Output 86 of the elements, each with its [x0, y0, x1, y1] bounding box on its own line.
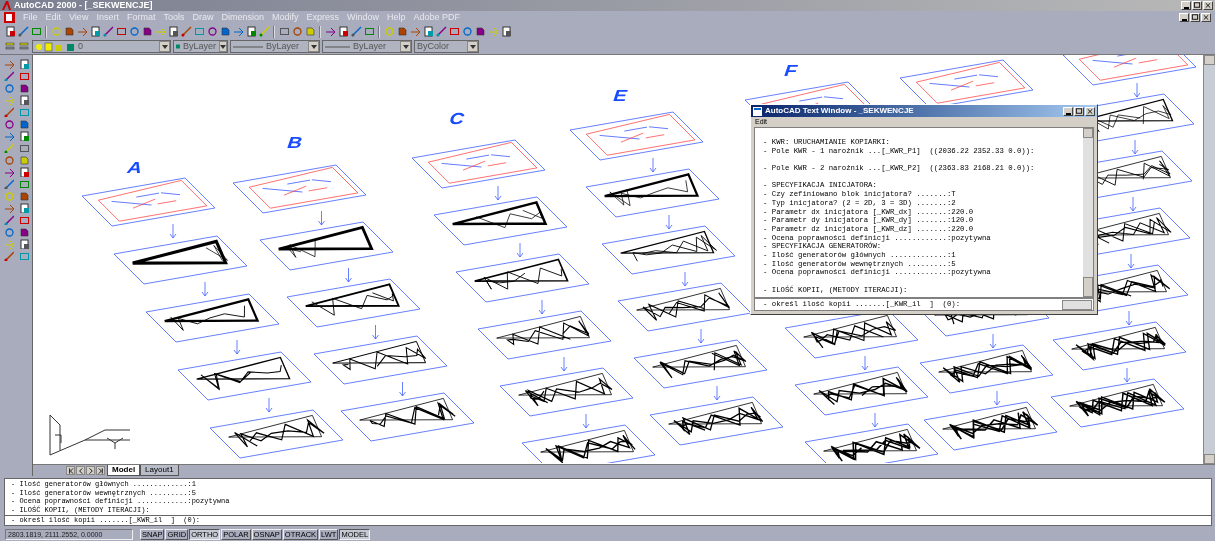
- linetype-dropdown[interactable]: ByLayer: [230, 40, 320, 53]
- toolbar-button[interactable]: [2, 118, 16, 130]
- toolbar-button[interactable]: [206, 25, 218, 38]
- toolbar-button[interactable]: [17, 202, 31, 214]
- document-icon[interactable]: [4, 12, 15, 23]
- layout-tab[interactable]: Layout1: [140, 465, 179, 476]
- close-icon: [1202, 13, 1210, 21]
- toolbar-button[interactable]: [2, 166, 16, 178]
- toolbar-button[interactable]: [102, 25, 114, 38]
- scroll-down-button[interactable]: [1204, 454, 1215, 464]
- toolbar-button[interactable]: [435, 25, 447, 38]
- dropdown-arrow-icon: [400, 41, 411, 52]
- minimize-icon: [1181, 19, 1187, 21]
- maximize-button[interactable]: [1074, 106, 1084, 116]
- toolbar-button[interactable]: [324, 25, 336, 38]
- minimize-button[interactable]: [1181, 1, 1191, 10]
- toolbar-button[interactable]: [4, 25, 16, 38]
- toolbar-button[interactable]: [63, 25, 75, 38]
- scroll-thumb[interactable]: [1083, 277, 1093, 297]
- tab-scroll-button[interactable]: [66, 466, 75, 475]
- drawing-label: A: [125, 159, 146, 175]
- maximize-button[interactable]: [1192, 1, 1202, 10]
- minimize-icon: [1183, 7, 1189, 9]
- toolbar-button[interactable]: [17, 118, 31, 130]
- color-swatch-icon: [176, 43, 180, 50]
- close-button[interactable]: [1203, 1, 1213, 10]
- minimize-button[interactable]: [1063, 106, 1073, 116]
- layer-state-icons: [35, 41, 75, 52]
- toolbar-button[interactable]: [17, 25, 29, 38]
- maximize-icon: [1075, 106, 1083, 115]
- toolbar-button[interactable]: [2, 214, 16, 226]
- minimize-icon: [1065, 112, 1071, 115]
- close-button[interactable]: [1085, 106, 1095, 116]
- dropdown-arrow-icon: [219, 41, 227, 52]
- app-logo-icon: [2, 1, 11, 10]
- toolbar-button[interactable]: [17, 142, 31, 154]
- line-sample-icon: [325, 44, 350, 49]
- tab-scroll-button[interactable]: [96, 466, 105, 475]
- minimize-button[interactable]: [1179, 13, 1189, 22]
- drawing-label: E: [611, 87, 630, 103]
- vertical-scrollbar[interactable]: [1203, 55, 1215, 464]
- toolbar-button[interactable]: [17, 190, 31, 202]
- window-title: AutoCAD Text Window - _SEKWENCJE: [765, 105, 914, 117]
- toolbar-button[interactable]: [17, 226, 31, 238]
- color-dropdown[interactable]: ByLayer: [173, 40, 228, 53]
- dropdown-arrow-icon: [308, 41, 319, 52]
- toolbar-button[interactable]: [278, 25, 290, 38]
- close-button[interactable]: [1201, 13, 1211, 22]
- close-icon: [1086, 106, 1094, 115]
- toolbar-button[interactable]: [17, 130, 31, 142]
- toolbar-button[interactable]: [396, 25, 408, 38]
- lineweight-dropdown[interactable]: ByLayer: [322, 40, 412, 53]
- toolbar-button[interactable]: [422, 25, 434, 38]
- toolbar-button[interactable]: [245, 25, 257, 38]
- toolbar-button[interactable]: [350, 25, 362, 38]
- layer-dropdown[interactable]: 0: [32, 40, 171, 53]
- toolbar-button[interactable]: [17, 238, 31, 250]
- plot-style-dropdown[interactable]: ByColor: [414, 40, 479, 53]
- toolbar-button[interactable]: [17, 82, 31, 94]
- toolbar-button[interactable]: [474, 25, 486, 38]
- dropdown-arrow-icon: [467, 41, 478, 52]
- toolbar-button[interactable]: [337, 25, 349, 38]
- toolbar-button[interactable]: [89, 25, 101, 38]
- tab-scroll-button[interactable]: [76, 466, 85, 475]
- vertical-scrollbar[interactable]: [1083, 128, 1093, 297]
- toolbar-button[interactable]: [17, 166, 31, 178]
- toolbar-button[interactable]: [17, 58, 31, 70]
- dropdown-arrow-icon: [159, 41, 170, 52]
- toolbar-button[interactable]: [167, 25, 179, 38]
- toolbar-button[interactable]: [2, 70, 16, 82]
- tab-scroll-button[interactable]: [86, 466, 95, 475]
- drawing-label: C: [447, 110, 468, 126]
- toolbar-button[interactable]: [500, 25, 512, 38]
- toolbar-button[interactable]: [2, 178, 16, 190]
- maximize-button[interactable]: [1190, 13, 1200, 22]
- scroll-up-button[interactable]: [1204, 55, 1215, 65]
- window-title: AutoCAD 2000 - [_SEKWENCJE]: [14, 1, 153, 10]
- toolbar-button[interactable]: [219, 25, 231, 38]
- close-icon: [1204, 1, 1212, 9]
- drawing-label: F: [782, 62, 800, 78]
- toolbar-button[interactable]: [141, 25, 153, 38]
- line-sample-icon: [233, 44, 263, 49]
- scroll-up-button[interactable]: [1083, 128, 1093, 138]
- layout-tab[interactable]: Model: [107, 465, 141, 476]
- drawing-label: B: [285, 134, 306, 150]
- toolbar-button[interactable]: [17, 94, 31, 106]
